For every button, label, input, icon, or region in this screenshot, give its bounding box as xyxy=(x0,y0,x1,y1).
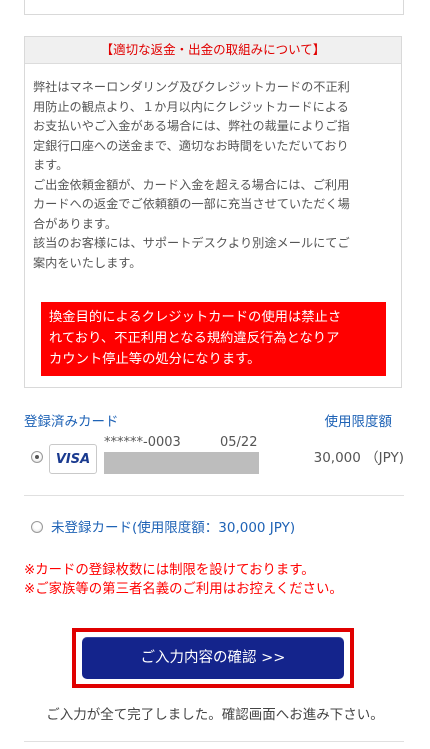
registered-card-row[interactable]: VISA ******-0003 05/22 30,000 （JPY) xyxy=(24,432,404,482)
notice-line: カードへの返金でご依頼額の一部に充当させていただく場 xyxy=(33,197,350,211)
divider xyxy=(24,495,404,496)
notice-line: 合があります。 xyxy=(33,216,118,231)
visa-icon: VISA xyxy=(49,444,97,474)
notice-line: ご出金依頼金額が、カード入金を超える場合には、ご利用 xyxy=(33,177,350,192)
notice-line: お支払いやご入金がある場合には、弊社の裁量によりご指 xyxy=(33,119,350,133)
card-misuse-warning: 換金目的によるクレジットカードの使用は禁止さ れており、不正利用となる規約違反行… xyxy=(41,302,386,376)
unregistered-card-label[interactable]: 未登録カード(使用限度額：30,000 JPY) xyxy=(51,516,295,536)
card-select-radio[interactable] xyxy=(31,451,43,463)
divider xyxy=(24,741,404,742)
registered-cards-header: 登録済みカード xyxy=(24,414,119,430)
refund-policy-notice: 【適切な返金・出金の取組みについて】 弊社はマネーロンダリング及びクレジットカー… xyxy=(24,36,402,388)
usage-limit-header: 使用限度額 xyxy=(324,414,393,430)
previous-section-box xyxy=(24,0,404,15)
completion-message: ご入力が全て完了しました。確認画面へお進み下さい。 xyxy=(46,707,384,723)
notice-title: 【適切な返金・出金の取組みについて】 xyxy=(25,37,401,64)
notice-line: 弊社はマネーロンダリング及びクレジットカードの不正利 xyxy=(33,80,350,94)
confirm-button-highlight: ご入力内容の確認 >> xyxy=(72,628,354,688)
notice-line: 用防止の観点より、１か月以内にクレジットカードによる xyxy=(33,99,349,114)
notice-line: ます。 xyxy=(33,158,69,172)
notice-line: 該当のお客様には、サポートデスクより別途メールにてご xyxy=(33,236,350,250)
third-party-note: ※ご家族等の第三者名義のご利用はお控えください。 xyxy=(24,582,343,597)
card-expiry: 05/22 xyxy=(220,435,258,450)
warning-line: れており、不正利用となる規約違反行為となりア xyxy=(49,331,340,346)
notice-line: 定銀行口座への送金まで、適切なお時間をいただいており xyxy=(33,138,349,153)
warning-line: カウント停止等の処分になります。 xyxy=(49,352,261,367)
card-limit: 30,000 （JPY) xyxy=(313,450,404,466)
notice-body: 弊社はマネーロンダリング及びクレジットカードの不正利 用防止の観点より、１か月以… xyxy=(25,64,401,273)
card-limit-note: ※カードの登録枚数には制限を設けております。 xyxy=(24,563,315,578)
notice-line: 案内をいたします。 xyxy=(33,255,142,270)
card-number: ******-0003 xyxy=(104,435,181,450)
unregistered-card-radio[interactable] xyxy=(31,521,43,533)
warning-line: 換金目的によるクレジットカードの使用は禁止さ xyxy=(49,310,342,325)
masked-cardholder-name xyxy=(104,452,259,474)
confirm-input-button[interactable]: ご入力内容の確認 >> xyxy=(82,637,344,679)
